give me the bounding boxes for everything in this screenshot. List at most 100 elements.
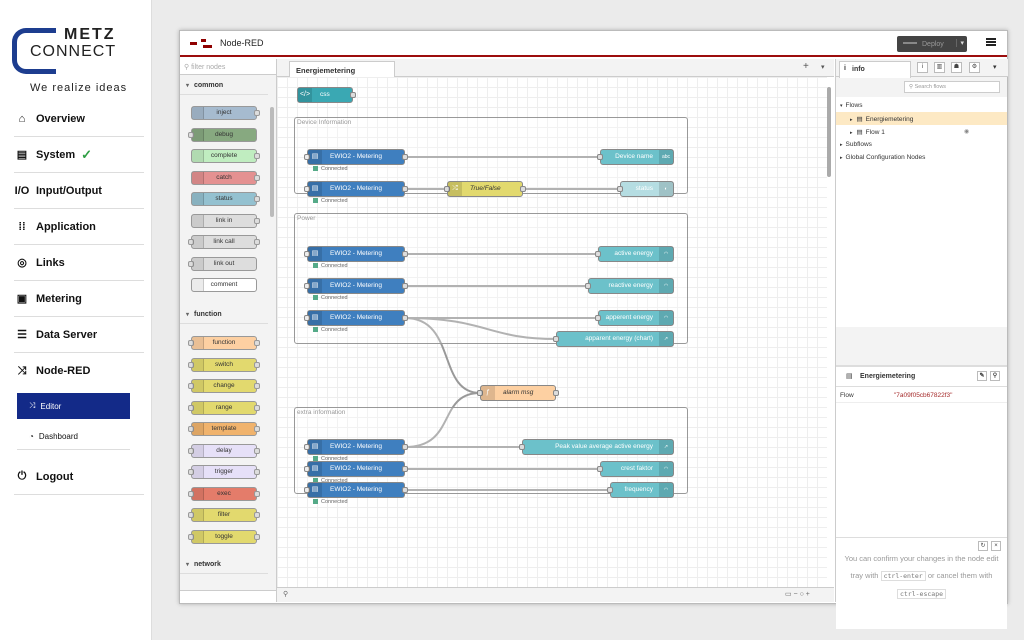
palette-node-debug[interactable]: debug: [188, 127, 257, 142]
node-red-logo: [190, 39, 216, 49]
palette-node-delay[interactable]: delay: [188, 443, 260, 458]
category-label: common: [194, 82, 224, 89]
function-node[interactable]: ƒ alarm msg: [477, 385, 559, 401]
palette-node-complete[interactable]: complete: [191, 149, 260, 163]
gear-icon[interactable]: ⚙: [969, 62, 980, 73]
dashboard-output-node[interactable]: Peak value average active energy ↗: [519, 439, 674, 455]
palette-node-comment[interactable]: comment: [191, 278, 257, 292]
output-port: [254, 340, 260, 346]
dashboard-output-node[interactable]: active energy ◠: [595, 246, 674, 262]
close-icon[interactable]: ×: [991, 541, 1001, 551]
dashboard-output-node[interactable]: reactive energy ◠: [585, 278, 674, 294]
tree-item-energiemetering[interactable]: ▸ ▤ Energiemetering: [836, 112, 1007, 125]
palette-node-range[interactable]: range: [188, 400, 260, 415]
tree-item-flows[interactable]: ▾ Flows: [836, 99, 1007, 112]
tree-item-global-config[interactable]: ▸ Global Configuration Nodes: [836, 151, 1007, 164]
nav-data-server[interactable]: ☰ Data Server: [14, 317, 144, 353]
metering-source-node[interactable]: ▤ EWIO2 - Metering: [304, 310, 408, 326]
node-label: exec: [217, 489, 231, 497]
palette-node-exec[interactable]: exec: [188, 486, 260, 501]
nav-metering[interactable]: ▣ Metering: [14, 281, 144, 317]
css-template-node[interactable]: </> css: [297, 87, 356, 103]
dashboard-output-node[interactable]: frequency ◠: [607, 482, 674, 498]
palette-node-change[interactable]: change: [188, 379, 260, 393]
search-icon[interactable]: ⚲: [283, 590, 288, 598]
subnav-editor[interactable]: ⤨ Editor: [17, 393, 130, 419]
flow-search-input[interactable]: ⚲ Search flows: [904, 81, 1000, 93]
palette-node-switch[interactable]: switch: [188, 357, 260, 372]
palette-node-trigger[interactable]: trigger: [188, 465, 260, 479]
nav-application[interactable]: ⁞⁞ Application: [14, 209, 144, 245]
palette-node-link-in[interactable]: link in: [191, 213, 260, 228]
config-nodes-icon[interactable]: ☗: [951, 62, 962, 73]
palette-node-filter[interactable]: filter: [188, 508, 260, 522]
subnav-label: Dashboard: [38, 431, 78, 441]
dashboard-output-node[interactable]: apperent energy ◠: [595, 310, 674, 326]
flow-canvas[interactable]: Device Information Power extra information…: [277, 77, 827, 587]
dashboard-output-node[interactable]: apparent energy (chart) ↗: [553, 331, 674, 347]
metering-source-node[interactable]: ▤ EWIO2 - Metering: [304, 461, 408, 477]
subnav-dashboard[interactable]: ◔ Dashboard: [17, 423, 130, 449]
metering-source-node[interactable]: ▤ EWIO2 - Metering: [304, 149, 408, 165]
palette-node-template[interactable]: template: [188, 422, 260, 436]
output-port: [254, 239, 260, 245]
help-book-icon[interactable]: ▥: [934, 62, 945, 73]
tree-item-subflows[interactable]: ▸ Subflows: [836, 138, 1007, 151]
metering-source-node[interactable]: ▤ EWIO2 - Metering: [304, 482, 408, 498]
chevron-down-icon[interactable]: ▾: [993, 63, 997, 71]
output-port: [254, 447, 260, 454]
metering-source-node[interactable]: ▤ EWIO2 - Metering: [304, 439, 408, 455]
tab-energiemetering[interactable]: Energiemetering: [289, 61, 395, 78]
palette-node-toggle[interactable]: toggle: [188, 529, 260, 544]
metering-source-node[interactable]: ▤ EWIO2 - Metering: [304, 181, 408, 197]
canvas-vertical-scrollbar[interactable]: [827, 87, 831, 177]
eye-icon[interactable]: ◉: [964, 128, 969, 135]
info-tab-icon[interactable]: i: [917, 62, 928, 73]
edit-icon[interactable]: ✎: [977, 371, 987, 381]
palette-node-status[interactable]: status: [191, 192, 260, 206]
group-label: Power: [297, 215, 316, 222]
nav-node-red[interactable]: ⤨ Node-RED: [14, 353, 144, 389]
deploy-button[interactable]: Deploy ▾: [897, 36, 967, 52]
palette-node-catch[interactable]: catch: [191, 170, 260, 185]
palette-filter-input[interactable]: ⚲ filter nodes: [180, 59, 276, 75]
search-icon[interactable]: ⚲: [990, 371, 1000, 381]
dashboard-output-node[interactable]: crest faktor ◠: [597, 461, 674, 477]
main-menu-icon[interactable]: [986, 38, 996, 46]
chevron-down-icon[interactable]: ▾: [821, 63, 825, 71]
palette-category-function[interactable]: ▾ function: [180, 306, 268, 324]
chevron-down-icon: ▾: [186, 83, 190, 89]
palette-category-network[interactable]: ▾ network: [180, 556, 268, 574]
nav-system[interactable]: ▤ System ✓: [14, 137, 144, 173]
status-dot: [313, 499, 318, 505]
palette-node-function[interactable]: function: [188, 336, 260, 350]
add-flow-icon[interactable]: +: [803, 61, 809, 72]
gauge-icon: ◠: [659, 279, 673, 293]
output-port: [254, 110, 260, 116]
dashboard-output-node[interactable]: status ◐: [617, 181, 674, 197]
palette-node-link-call[interactable]: link call: [188, 235, 260, 249]
tree-item-flow-1[interactable]: ▸ ▤ Flow 1 ◉: [836, 125, 1007, 138]
palette-node-inject[interactable]: inject: [191, 106, 260, 120]
modbus-icon: ▤: [308, 247, 322, 261]
zoom-controls[interactable]: ▭ − ○ +: [785, 590, 810, 598]
palette-node-link-out[interactable]: link out: [188, 256, 257, 271]
tree-label: Energiemetering: [865, 116, 914, 123]
nav-input-output[interactable]: I/O Input/Output: [14, 173, 144, 209]
metering-source-node[interactable]: ▤ EWIO2 - Metering: [304, 246, 408, 262]
palette-scrollbar[interactable]: [270, 107, 274, 217]
tab-info[interactable]: i info: [839, 61, 911, 78]
chevron-down-icon[interactable]: ▾: [956, 39, 964, 47]
output-port: [254, 469, 260, 475]
refresh-icon[interactable]: ↻: [978, 541, 988, 551]
deploy-icon: [903, 41, 917, 47]
output-port: [254, 404, 260, 411]
nav-overview[interactable]: ⌂ Overview: [14, 101, 144, 137]
palette-category-common[interactable]: ▾ common: [180, 77, 268, 95]
output-port: [254, 490, 260, 497]
nav-logout[interactable]: ⏻ Logout: [14, 459, 144, 495]
switch-node[interactable]: ⤮ True/False: [444, 181, 526, 197]
dashboard-output-node[interactable]: Device name abc: [597, 149, 674, 165]
metering-source-node[interactable]: ▤ EWIO2 - Metering: [304, 278, 408, 294]
nav-links[interactable]: ◎ Links: [14, 245, 144, 281]
